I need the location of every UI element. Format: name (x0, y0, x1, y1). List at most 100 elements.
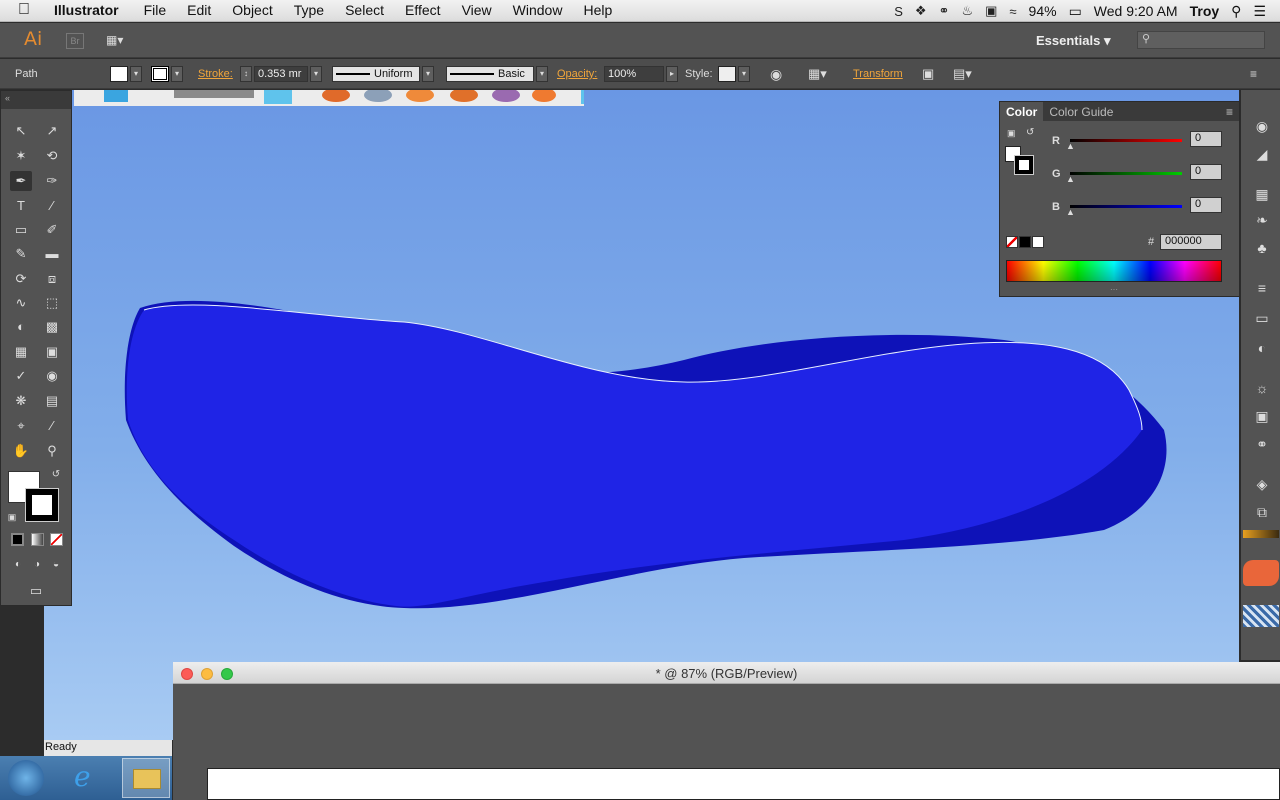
stroke-link[interactable]: Stroke: (198, 68, 233, 80)
none-mode-button[interactable] (50, 533, 63, 546)
menu-object[interactable]: Object (232, 2, 272, 18)
menu-window[interactable]: Window (513, 2, 563, 18)
apple-menu-icon[interactable]:  (18, 1, 30, 19)
style-dropdown-icon[interactable]: ▾ (738, 66, 750, 82)
brush-dropdown-icon[interactable]: ▾ (536, 66, 548, 82)
free-transform-tool-icon[interactable]: ⬚ (41, 293, 63, 313)
b-value-input[interactable]: 0 (1190, 197, 1222, 213)
b-slider-handle-icon[interactable]: ▲ (1066, 207, 1075, 217)
spotlight-icon[interactable]: ⚲ (1231, 3, 1241, 20)
swap-fill-stroke-icon[interactable]: ↺ (45, 465, 67, 485)
hand-tool-icon[interactable]: ✋ (10, 441, 32, 461)
stroke-weight-dropdown-icon[interactable]: ▾ (310, 66, 322, 82)
user-name[interactable]: Troy (1190, 3, 1220, 19)
opacity-control[interactable]: 100% ▸ (604, 59, 678, 89)
style-swatch[interactable] (718, 66, 736, 82)
draw-inside-icon[interactable]: ◒ (45, 555, 67, 575)
width-tool-icon[interactable]: ∿ (10, 293, 32, 313)
swap-colors-icon[interactable]: ↺ (1026, 127, 1034, 138)
layers-icon[interactable]: ◈ (1251, 476, 1273, 496)
g-slider[interactable] (1070, 172, 1182, 175)
zoom-tool-icon[interactable]: ⚲ (41, 441, 63, 461)
panel-resize-grip-icon[interactable]: ⋯ (1110, 285, 1118, 294)
default-fill-stroke-icon[interactable]: ▣ (1, 507, 23, 527)
menu-select[interactable]: Select (345, 2, 384, 18)
stroke-weight[interactable]: ↕ 0.353 mr ▾ (240, 59, 322, 89)
r-value-input[interactable]: 0 (1190, 131, 1222, 147)
r-slider-handle-icon[interactable]: ▲ (1066, 141, 1075, 151)
panel-stroke-swatch[interactable] (1014, 155, 1034, 175)
notification-center-icon[interactable]: ☰ (1253, 3, 1266, 20)
stroke-control[interactable]: ▾ (151, 59, 183, 89)
slice-tool-icon[interactable]: ∕ (41, 416, 63, 436)
none-swatch[interactable] (1006, 236, 1018, 248)
gradient-mode-button[interactable] (31, 533, 44, 546)
symbols-icon[interactable]: ♣ (1251, 240, 1273, 260)
menu-view[interactable]: View (462, 2, 492, 18)
eyedropper-tool-icon[interactable]: ✓ (10, 366, 32, 386)
tab-color[interactable]: Color (1000, 102, 1044, 121)
screen-mode-icon[interactable]: ▭ (25, 581, 47, 601)
style-control[interactable]: ▾ (718, 59, 750, 89)
g-value-input[interactable]: 0 (1190, 164, 1222, 180)
pencil-tool-icon[interactable]: ✎ (10, 244, 32, 264)
hex-value-input[interactable]: 000000 (1160, 234, 1222, 250)
rectangle-tool-icon[interactable]: ▭ (10, 220, 32, 240)
transform-label[interactable]: Transform (853, 59, 903, 89)
opacity-input[interactable]: 100% (604, 66, 664, 82)
document-artboard[interactable] (207, 768, 1280, 800)
creative-cloud-icon[interactable]: ⚭ (939, 3, 950, 19)
fill-dropdown-icon[interactable]: ▾ (130, 66, 142, 82)
explorer-taskbar-button[interactable] (122, 758, 170, 798)
menu-file[interactable]: File (144, 2, 167, 18)
stroke-label[interactable]: Stroke: (198, 59, 233, 89)
line-tool-icon[interactable]: ∕ (41, 196, 63, 216)
opacity-label[interactable]: Opacity: (557, 59, 597, 89)
cc-libraries-icon[interactable]: ⚭ (1251, 436, 1273, 456)
flame-icon[interactable]: ♨ (961, 3, 973, 19)
align-to-icon[interactable]: ▦▾ (808, 59, 827, 89)
brushes-icon[interactable]: ❧ (1251, 212, 1273, 232)
battery-icon[interactable]: ▭ (1069, 3, 1082, 20)
type-tool-icon[interactable]: T (10, 196, 32, 216)
document-titlebar[interactable]: * @ 87% (RGB/Preview) (173, 662, 1280, 684)
stroke-stepper-icon[interactable]: ↕ (240, 66, 252, 82)
rotate-tool-icon[interactable]: ⟳ (10, 269, 32, 289)
brush-select[interactable]: Basic (446, 66, 534, 82)
profile-select[interactable]: Uniform (332, 66, 420, 82)
arrange-documents-icon[interactable]: ▦▾ (106, 33, 132, 49)
opacity-slider-icon[interactable]: ▸ (666, 66, 678, 82)
tools-panel-header[interactable]: « (1, 91, 71, 109)
clock[interactable]: Wed 9:20 AM (1094, 3, 1178, 19)
opacity-link[interactable]: Opacity: (557, 68, 597, 80)
transform-link[interactable]: Transform (853, 68, 903, 80)
r-slider[interactable] (1070, 139, 1182, 142)
stroke-panel-icon[interactable]: ≡ (1251, 280, 1273, 300)
symbol-sprayer-tool-icon[interactable]: ❋ (10, 391, 32, 411)
profile-dropdown-icon[interactable]: ▾ (422, 66, 434, 82)
curvature-tool-icon[interactable]: ✑ (41, 171, 63, 191)
windows-start-icon[interactable] (8, 760, 44, 796)
graph-tool-icon[interactable]: ▤ (41, 391, 63, 411)
stroke-dropdown-icon[interactable]: ▾ (171, 66, 183, 82)
fill-control[interactable]: ▾ (110, 59, 142, 89)
color-guide-icon[interactable]: ◢ (1251, 146, 1273, 166)
stroke-weight-input[interactable]: 0.353 mr (254, 66, 308, 82)
mesh-tool-icon[interactable]: ▦ (10, 342, 32, 362)
variable-width-profile[interactable]: Uniform ▾ (332, 59, 434, 89)
menu-edit[interactable]: Edit (187, 2, 211, 18)
skype-icon[interactable]: S (894, 4, 903, 19)
stroke-swatch[interactable] (151, 66, 169, 82)
color-panel-icon[interactable]: ◉ (1251, 118, 1273, 138)
bridge-button[interactable]: Br (66, 33, 84, 49)
g-slider-handle-icon[interactable]: ▲ (1066, 174, 1075, 184)
artboard-tool-icon[interactable]: ⌖ (10, 416, 32, 436)
selection-tool-icon[interactable]: ↖ (10, 121, 32, 141)
gradient-panel-icon[interactable]: ▭ (1251, 310, 1273, 330)
menu-app-name[interactable]: Illustrator (54, 2, 119, 18)
workspace-switcher[interactable]: Essentials ▾ (1036, 33, 1110, 49)
pen-tool-icon[interactable]: ✒ (10, 171, 32, 191)
paintbrush-tool-icon[interactable]: ✐ (41, 220, 63, 240)
scale-tool-icon[interactable]: ⧈ (41, 269, 63, 289)
direct-selection-tool-icon[interactable]: ↗ (41, 121, 63, 141)
